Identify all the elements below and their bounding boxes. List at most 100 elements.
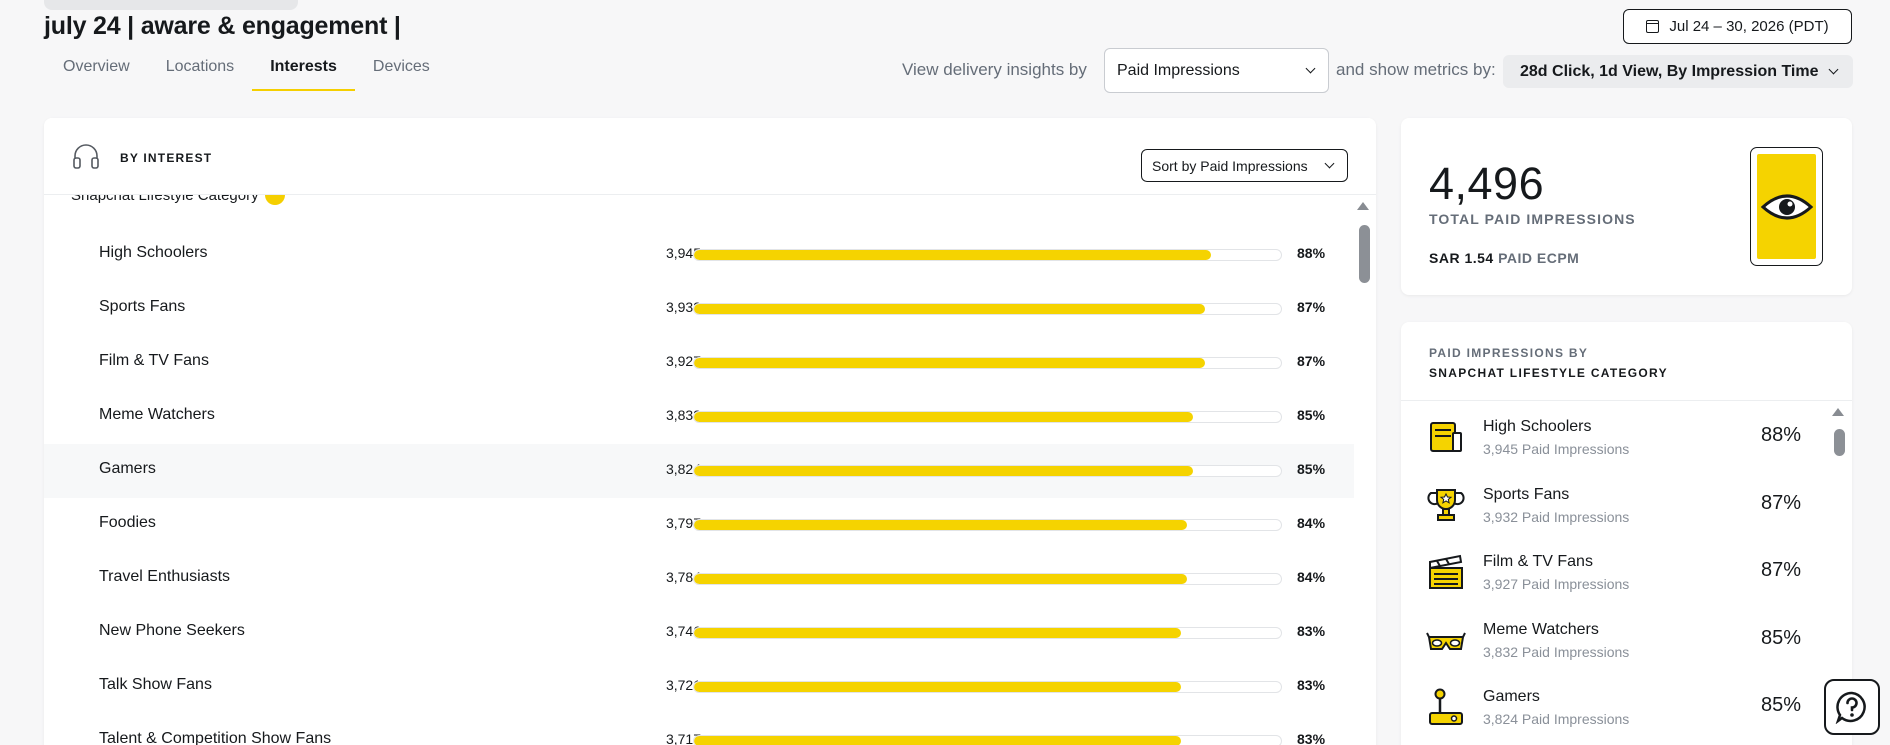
tab-locations[interactable]: Locations [148, 46, 253, 91]
category-percent: 85% [1760, 694, 1801, 716]
progress-track [693, 519, 1282, 531]
interest-percent: 83% [1297, 731, 1326, 745]
scroll-up-arrow[interactable] [1357, 202, 1369, 210]
interest-name: Gamers [99, 460, 156, 477]
interest-percent: 87% [1297, 299, 1326, 315]
breakdown-title-line1: PAID IMPRESSIONS BY [1429, 346, 1589, 360]
table-row[interactable]: Gamers 3,824 85% [44, 444, 1354, 498]
scrollbar-thumb[interactable] [1834, 429, 1845, 456]
progress-fill [694, 574, 1188, 584]
category-impressions: 3,832 Paid Impressions [1483, 643, 1630, 660]
list-item[interactable]: Film & TV Fans 3,927 Paid Impressions 87… [1401, 544, 1831, 612]
insights-select-value: Paid Impressions [1117, 61, 1240, 79]
progress-fill [694, 736, 1182, 745]
breakdown-list: High Schoolers 3,945 Paid Impressions 88… [1401, 409, 1831, 745]
headphones-icon [73, 144, 99, 169]
progress-track [693, 411, 1282, 423]
progress-track [693, 303, 1282, 315]
table-row[interactable]: Talk Show Fans 3,721 83% [44, 660, 1354, 714]
table-row[interactable]: High Schoolers 3,945 88% [44, 228, 1354, 282]
ecpm-row: SAR 1.54 PAID ECPM [1429, 250, 1579, 266]
interest-name: Film & TV Fans [99, 352, 209, 369]
insights-select[interactable]: Paid Impressions [1104, 48, 1329, 93]
category-name: Meme Watchers [1483, 620, 1599, 638]
phone-icon [1750, 147, 1823, 266]
previous-tab-stub [44, 0, 298, 10]
interest-percent: 83% [1297, 623, 1326, 639]
summary-card: 4,496 TOTAL PAID IMPRESSIONS SAR 1.54 PA… [1401, 118, 1852, 295]
breakdown-header: PAID IMPRESSIONS BY SNAPCHAT LIFESTYLE C… [1401, 322, 1852, 401]
date-range-label: Jul 24 – 30, 2026 (PDT) [1669, 18, 1829, 35]
notebook-icon [1430, 422, 1462, 452]
category-impressions: 3,824 Paid Impressions [1483, 711, 1630, 727]
3d-glasses-icon [1426, 632, 1466, 650]
total-impressions-value: 4,496 [1429, 158, 1545, 209]
progress-fill [694, 250, 1211, 260]
category-percent: 85% [1760, 626, 1801, 649]
tab-interests[interactable]: Interests [252, 46, 355, 91]
help-chat-icon [1835, 691, 1866, 724]
joystick-icon [1429, 688, 1463, 725]
interest-name: Travel Enthusiasts [99, 568, 231, 585]
list-item[interactable]: Meme Watchers 3,832 Paid Impressions 85% [1401, 612, 1831, 680]
progress-track [693, 681, 1282, 693]
category-name: Gamers [1483, 688, 1540, 705]
metrics-select[interactable]: 28d Click, 1d View, By Impression Time [1503, 55, 1853, 88]
table-row[interactable]: Foodies 3,797 84% [44, 498, 1354, 552]
date-range-button[interactable]: Jul 24 – 30, 2026 (PDT) [1623, 9, 1852, 44]
category-impressions: 3,932 Paid Impressions [1483, 508, 1630, 525]
progress-fill [694, 466, 1193, 476]
progress-fill [694, 682, 1182, 692]
metrics-label: and show metrics by: [1336, 60, 1496, 79]
metrics-select-value: 28d Click, 1d View, By Impression Time [1520, 62, 1819, 80]
list-item[interactable]: Gamers 3,824 Paid Impressions 85% [1401, 679, 1831, 745]
tab-overview[interactable]: Overview [45, 46, 148, 91]
phone-screen [1757, 154, 1816, 259]
interest-name: Talent & Competition Show Fans [99, 730, 332, 745]
calendar-icon [1646, 20, 1660, 33]
interest-percent: 88% [1297, 245, 1326, 261]
category-name: Sports Fans [1483, 485, 1570, 503]
sort-dropdown[interactable]: Sort by Paid Impressions [1141, 149, 1348, 182]
sort-dropdown-label: Sort by Paid Impressions [1152, 157, 1308, 174]
interest-name: Talk Show Fans [99, 676, 212, 693]
progress-track [693, 627, 1282, 639]
interest-percent: 84% [1297, 569, 1326, 585]
interest-name: High Schoolers [99, 244, 208, 261]
progress-track [693, 735, 1282, 745]
table-row[interactable]: New Phone Seekers 3,746 83% [44, 606, 1354, 660]
progress-track [693, 249, 1282, 261]
category-percent: 87% [1760, 559, 1801, 581]
insights-label: View delivery insights by [902, 60, 1087, 79]
chevron-down-icon [1828, 64, 1839, 75]
list-item[interactable]: High Schoolers 3,945 Paid Impressions 88… [1401, 409, 1831, 477]
interest-percent: 85% [1297, 461, 1326, 477]
table-row[interactable]: Meme Watchers 3,832 85% [44, 390, 1354, 444]
table-row[interactable]: Sports Fans 3,932 87% [44, 282, 1354, 336]
help-button[interactable] [1824, 679, 1880, 735]
section-heading: BY INTEREST [120, 151, 213, 165]
breakdown-title-line2: SNAPCHAT LIFESTYLE CATEGORY [1429, 366, 1668, 380]
category-name: High Schoolers [1483, 418, 1592, 435]
progress-fill [694, 358, 1205, 368]
report-tabs: Overview Locations Interests Devices [45, 46, 448, 91]
breakdown-card: PAID IMPRESSIONS BY SNAPCHAT LIFESTYLE C… [1401, 322, 1852, 745]
interest-list: High Schoolers 3,945 88% Sports Fans 3,9… [44, 228, 1354, 745]
table-row[interactable]: Film & TV Fans 3,927 87% [44, 336, 1354, 390]
table-row[interactable]: Travel Enthusiasts 3,784 84% [44, 552, 1354, 606]
progress-fill [694, 520, 1188, 530]
scroll-up-arrow[interactable] [1832, 408, 1844, 416]
tab-devices[interactable]: Devices [355, 46, 448, 91]
progress-fill [694, 412, 1193, 422]
trophy-icon [1427, 488, 1465, 521]
progress-fill [694, 304, 1205, 314]
clapperboard-icon [1429, 554, 1463, 589]
scrollbar-thumb[interactable] [1359, 225, 1370, 283]
table-row[interactable]: Talent & Competition Show Fans 3,717 83% [44, 714, 1354, 745]
eye-icon [1760, 194, 1813, 219]
interest-name: Sports Fans [99, 298, 186, 315]
interest-card-header: BY INTEREST Sort by Paid Impressions [44, 118, 1376, 195]
interest-percent: 85% [1297, 407, 1326, 423]
progress-track [693, 573, 1282, 585]
list-item[interactable]: Sports Fans 3,932 Paid Impressions 87% [1401, 477, 1831, 545]
